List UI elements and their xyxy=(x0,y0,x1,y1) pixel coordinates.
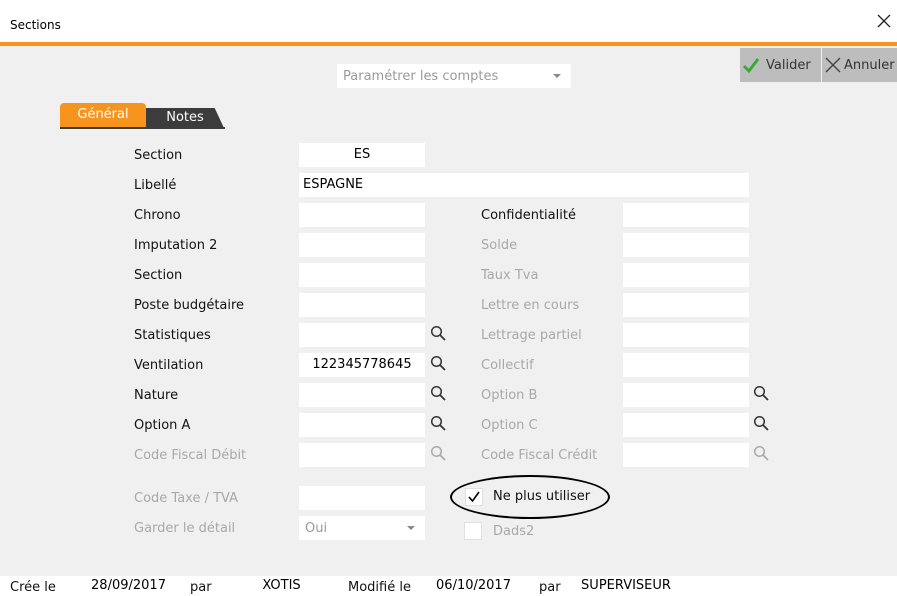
ventilation-label: Ventilation xyxy=(134,358,204,373)
lettre-en-cours-field[interactable] xyxy=(623,293,749,317)
window-title: Sections xyxy=(10,18,61,32)
code-fiscal-credit-label: Code Fiscal Crédit xyxy=(481,448,598,463)
taux-tva-label: Taux Tva xyxy=(481,268,539,283)
garder-detail-label: Garder le détail xyxy=(134,521,236,536)
par1-label: par xyxy=(190,580,212,595)
close-icon[interactable] xyxy=(876,13,892,29)
code-taxe-tva-field[interactable] xyxy=(299,486,425,510)
statistiques-label: Statistiques xyxy=(134,328,211,343)
imputation2-label: Imputation 2 xyxy=(134,238,218,253)
taux-tva-field[interactable] xyxy=(623,263,749,287)
tab-underline xyxy=(60,127,225,129)
search-icon[interactable] xyxy=(430,385,446,401)
parametrer-comptes-dropdown[interactable]: Paramétrer les comptes xyxy=(337,64,571,88)
libelle-field[interactable]: ESPAGNE xyxy=(299,173,749,197)
search-icon[interactable] xyxy=(430,355,446,371)
search-icon xyxy=(753,445,769,461)
modifie-le-value: 06/10/2017 xyxy=(421,576,526,596)
confidentialite-label: Confidentialité xyxy=(481,208,576,223)
lettrage-partiel-field[interactable] xyxy=(623,323,749,347)
cree-le-label: Crée le xyxy=(10,580,56,595)
libelle-label: Libellé xyxy=(134,178,177,193)
ventilation-field[interactable]: 122345778645 xyxy=(299,353,425,377)
solde-field[interactable] xyxy=(623,233,749,257)
chevron-down-icon xyxy=(407,526,415,530)
collectif-field[interactable] xyxy=(623,353,749,377)
code-fiscal-credit-field[interactable] xyxy=(623,443,749,467)
imputation2-field[interactable] xyxy=(299,233,425,257)
tab-notes[interactable]: Notes xyxy=(146,108,224,128)
section-label: Section xyxy=(134,148,183,163)
option-c-field[interactable] xyxy=(623,413,749,437)
code-fiscal-debit-field[interactable] xyxy=(299,443,425,467)
modifie-le-label: Modifié le xyxy=(348,580,411,595)
check-icon xyxy=(742,58,760,74)
valider-button[interactable]: Valider xyxy=(740,48,821,82)
solde-label: Solde xyxy=(481,238,518,253)
search-icon[interactable] xyxy=(753,415,769,431)
search-icon[interactable] xyxy=(430,415,446,431)
cross-icon xyxy=(825,57,841,73)
annuler-label: Annuler xyxy=(844,58,895,73)
cree-le-value: 28/09/2017 xyxy=(80,576,177,596)
statistiques-field[interactable] xyxy=(299,323,425,347)
option-b-label: Option B xyxy=(481,388,538,403)
title-bar: Sections xyxy=(0,0,897,42)
confidentialite-field[interactable] xyxy=(623,203,749,227)
search-icon[interactable] xyxy=(430,325,446,341)
search-icon xyxy=(430,445,446,461)
collectif-label: Collectif xyxy=(481,358,534,373)
poste-budgetaire-label: Poste budgétaire xyxy=(134,298,245,313)
lettrage-partiel-label: Lettrage partiel xyxy=(481,328,582,343)
garder-detail-dropdown[interactable]: Oui xyxy=(299,516,425,540)
option-a-label: Option A xyxy=(134,418,191,433)
par2-value: SUPERVISEUR xyxy=(566,576,686,596)
garder-detail-value: Oui xyxy=(305,521,328,536)
dads2-label: Dads2 xyxy=(493,524,535,539)
search-icon[interactable] xyxy=(753,385,769,401)
code-taxe-tva-label: Code Taxe / TVA xyxy=(134,491,238,506)
annuler-button[interactable]: Annuler xyxy=(822,48,897,82)
par1-value: XOTIS xyxy=(224,576,339,596)
valider-label: Valider xyxy=(766,58,811,73)
lettre-en-cours-label: Lettre en cours xyxy=(481,298,580,313)
section-field[interactable]: ES xyxy=(299,143,425,167)
parametrer-comptes-placeholder: Paramétrer les comptes xyxy=(343,69,499,84)
highlight-ellipse xyxy=(450,475,610,519)
chevron-down-icon xyxy=(553,74,561,78)
nature-label: Nature xyxy=(134,388,179,403)
section2-label: Section xyxy=(134,268,183,283)
par2-label: par xyxy=(539,580,561,595)
dads2-checkbox[interactable] xyxy=(464,522,482,540)
option-a-field[interactable] xyxy=(299,413,425,437)
option-c-label: Option C xyxy=(481,418,538,433)
code-fiscal-debit-label: Code Fiscal Débit xyxy=(134,448,247,463)
poste-budgetaire-field[interactable] xyxy=(299,293,425,317)
chrono-label: Chrono xyxy=(134,208,181,223)
chrono-field[interactable] xyxy=(299,203,425,227)
tab-general[interactable]: Général xyxy=(60,103,146,127)
section2-field[interactable] xyxy=(299,263,425,287)
option-b-field[interactable] xyxy=(623,383,749,407)
nature-field[interactable] xyxy=(299,383,425,407)
